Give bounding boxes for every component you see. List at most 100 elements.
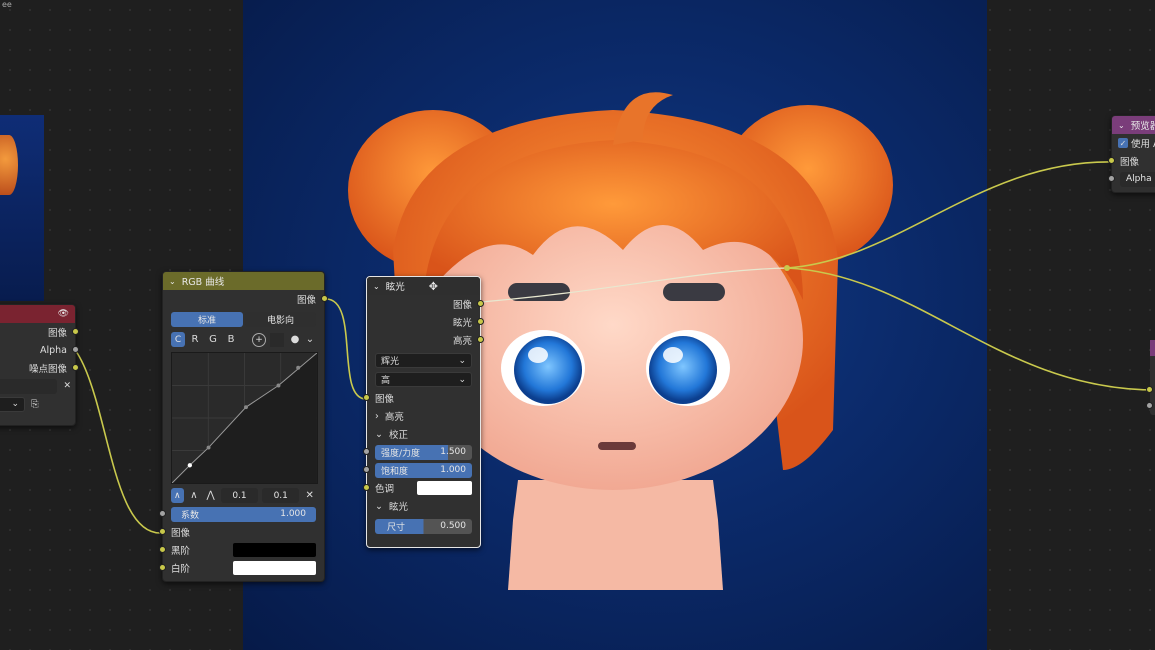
close-icon[interactable]: ✕: [63, 381, 71, 391]
channel-c-button[interactable]: C: [171, 332, 185, 347]
tint-swatch[interactable]: [417, 481, 472, 495]
white-level-swatch[interactable]: [233, 561, 316, 575]
glare-output-highlight-label: 高亮: [452, 336, 472, 347]
glare-type-row: 辉光 ⌄: [367, 349, 480, 368]
section-adjust-label: 校正: [388, 430, 408, 441]
tab-film[interactable]: 电影向: [245, 312, 316, 327]
collapse-chevron-icon[interactable]: ⌄: [1118, 121, 1125, 130]
eye-icon[interactable]: 👁: [58, 309, 69, 319]
strength-value: 1.500: [440, 447, 466, 457]
backdrop-character-render: [348, 92, 893, 590]
white-level-socket[interactable]: [159, 564, 166, 571]
viewer-input-image-row: 图像: [1108, 152, 1155, 170]
glare-output-glare-socket[interactable]: [477, 318, 484, 325]
composite-node-edge[interactable]: [1146, 340, 1155, 415]
channel-b-button[interactable]: B: [223, 334, 239, 345]
dot-icon[interactable]: ●: [288, 334, 302, 345]
zoom-out-icon[interactable]: [270, 332, 284, 347]
black-level-socket[interactable]: [159, 546, 166, 553]
curve-x-value[interactable]: 0.1: [220, 488, 259, 503]
glare-header[interactable]: ⌄ 眩光 ✥: [367, 277, 480, 295]
chevron-down-icon[interactable]: ⌄: [304, 334, 316, 345]
glare-output-image-label: 图像: [452, 300, 472, 311]
handle-vector-icon[interactable]: ∧: [188, 490, 201, 501]
glare-quality-value: 高: [381, 376, 391, 386]
factor-value: 1.000: [280, 509, 306, 519]
curve-graph[interactable]: [171, 352, 318, 484]
curve-point: [296, 365, 301, 370]
viewer-input-image-socket[interactable]: [1108, 157, 1115, 164]
tint-row: 色调: [363, 479, 480, 497]
strength-socket[interactable]: [363, 448, 370, 455]
curves-input-socket[interactable]: [159, 528, 166, 535]
chevron-down-icon: ⌄: [11, 399, 19, 409]
output-image-socket[interactable]: [72, 328, 79, 335]
delete-point-icon[interactable]: ✕: [303, 490, 316, 501]
rgb-curves-node[interactable]: ⌄ RGB 曲线 图像 标准 电影向 C R G B + ● ⌄ ∧ ∧ ⋀ 0…: [159, 271, 328, 582]
viewer-input-alpha-socket[interactable]: [1108, 175, 1115, 182]
output-noisy-socket[interactable]: [72, 364, 79, 371]
chevron-down-icon: ⌄: [458, 374, 466, 385]
output-noisy-label: 噪点图像: [28, 364, 67, 375]
glare-output-image-socket[interactable]: [477, 300, 484, 307]
render-layers-node[interactable]: 👁 图像 Alpha 噪点图像 ✕ ⌄ ⎘: [0, 304, 79, 426]
layer-field-row: ✕: [0, 377, 75, 395]
strength-row: 强度/力度 1.500: [363, 443, 480, 461]
factor-row: 系数 1.000: [159, 505, 324, 523]
rgb-curves-header[interactable]: ⌄ RGB 曲线: [163, 272, 324, 290]
curve-point: [244, 405, 248, 410]
strength-slider[interactable]: 强度/力度 1.500: [375, 444, 472, 460]
viewer-input-alpha-row: Alpha: [1108, 170, 1155, 188]
viewer-input-alpha-field[interactable]: Alpha: [1120, 171, 1155, 187]
section-glare[interactable]: ⌄ 眩光: [367, 497, 480, 515]
glare-quality-dropdown[interactable]: 高 ⌄: [375, 372, 472, 387]
output-alpha-socket[interactable]: [72, 346, 79, 353]
section-highlight[interactable]: › 高亮: [367, 407, 480, 425]
curve-y-value[interactable]: 0.1: [262, 488, 300, 503]
tint-socket[interactable]: [363, 484, 370, 491]
collapse-chevron-icon[interactable]: ⌄: [169, 277, 176, 286]
zoom-in-icon[interactable]: +: [252, 332, 266, 347]
composite-input-socket[interactable]: [1146, 386, 1153, 393]
section-adjust[interactable]: ⌄ 校正: [367, 425, 480, 443]
strength-label: 强度/力度: [381, 448, 421, 459]
factor-slider[interactable]: 系数 1.000: [171, 506, 316, 522]
output-image-label: 图像: [47, 328, 67, 339]
tab-standard[interactable]: 标准: [171, 312, 243, 327]
render-layers-header[interactable]: 👁: [0, 305, 75, 323]
saturation-slider[interactable]: 饱和度 1.000: [375, 462, 472, 478]
composite-alpha-socket[interactable]: [1146, 402, 1153, 409]
curves-output-socket[interactable]: [321, 295, 328, 302]
saturation-row: 饱和度 1.000: [363, 461, 480, 479]
curves-mode-tabs: 标准 电影向: [163, 308, 324, 327]
viewer-header[interactable]: ⌄ 预览器: [1112, 116, 1155, 134]
handle-free-icon[interactable]: ⋀: [204, 490, 217, 501]
saturation-socket[interactable]: [363, 466, 370, 473]
tint-label: 色调: [375, 484, 395, 495]
move-cursor-icon: ✥: [428, 279, 438, 293]
scene-dropdown[interactable]: ⌄: [0, 396, 25, 412]
channel-g-button[interactable]: G: [205, 334, 221, 345]
black-level-row: 黑阶: [159, 541, 324, 559]
browse-icon[interactable]: ⎘: [31, 399, 39, 410]
output-alpha-label: Alpha: [39, 344, 67, 356]
channel-row: C R G B + ● ⌄: [163, 327, 324, 347]
glare-output-glare-label: 眩光: [452, 318, 472, 329]
use-alpha-row: ✓ 使用 A: [1112, 134, 1155, 152]
glare-input-socket[interactable]: [363, 394, 370, 401]
glare-node[interactable]: ⌄ 眩光 ✥ 图像 眩光 高亮 辉光 ⌄ 高 ⌄ 图像 › 高亮 ⌄ 校正 强度…: [363, 276, 484, 548]
saturation-value: 1.000: [440, 465, 466, 475]
viewer-input-image-label: 图像: [1120, 157, 1140, 168]
rgb-curves-title: RGB 曲线: [181, 277, 225, 288]
factor-socket[interactable]: [159, 510, 166, 517]
viewer-node[interactable]: ⌄ 预览器 ✓ 使用 A 图像 Alpha: [1108, 115, 1155, 193]
glare-output-highlight-socket[interactable]: [477, 336, 484, 343]
checkbox-checked-icon[interactable]: ✓: [1118, 138, 1128, 148]
handle-auto-icon[interactable]: ∧: [171, 488, 184, 503]
black-level-swatch[interactable]: [233, 543, 316, 557]
channel-r-button[interactable]: R: [187, 334, 203, 345]
collapse-chevron-icon[interactable]: ⌄: [373, 282, 380, 291]
size-slider[interactable]: 尺寸 0.500: [375, 518, 472, 534]
layer-field[interactable]: [0, 378, 58, 394]
glare-type-dropdown[interactable]: 辉光 ⌄: [375, 353, 472, 368]
